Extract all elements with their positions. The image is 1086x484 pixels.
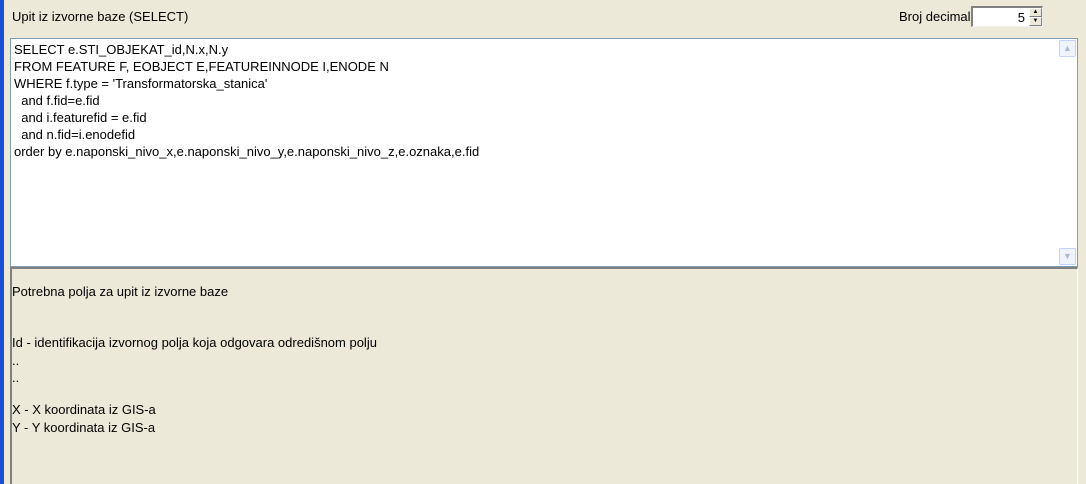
- vertical-scrollbar[interactable]: ▲ ▼: [1059, 40, 1076, 265]
- query-section-label: Upit iz izvorne baze (SELECT): [12, 9, 189, 24]
- help-line-y: Y - Y koordinata iz GIS-a: [12, 420, 156, 435]
- help-line-x: X - X koordinata iz GIS-a: [12, 402, 156, 417]
- scroll-down-arrow-icon[interactable]: ▼: [1059, 248, 1076, 265]
- decimals-spinner[interactable]: 5 ▲ ▼: [971, 6, 1043, 27]
- scroll-up-arrow-icon[interactable]: ▲: [1059, 40, 1076, 57]
- sql-query-textarea[interactable]: SELECT e.STI_OBJEKAT_id,N.x,N.y FROM FEA…: [10, 38, 1078, 267]
- help-line-dots: ..: [12, 353, 20, 368]
- help-line-id: Id - identifikacija izvornog polja koja …: [12, 335, 377, 350]
- sql-query-text[interactable]: SELECT e.STI_OBJEKAT_id,N.x,N.y FROM FEA…: [14, 41, 1057, 160]
- help-line-dots: ..: [12, 370, 20, 385]
- sql-line: WHERE f.type = 'Transformatorska_stanica…: [14, 76, 268, 91]
- sql-line: FROM FEATURE F, EOBJECT E,FEATUREINNODE …: [14, 59, 389, 74]
- help-panel: Potrebna polja za upit iz izvorne baze I…: [10, 267, 1078, 484]
- help-title: Potrebna polja za upit iz izvorne baze: [12, 284, 229, 299]
- sql-line: and i.featurefid = e.fid: [14, 110, 147, 125]
- decimals-label: Broj decimala: [899, 9, 978, 24]
- decimals-value[interactable]: 5: [1018, 10, 1025, 25]
- spinner-buttons: ▲ ▼: [1029, 8, 1042, 26]
- left-accent-bar: [0, 0, 4, 484]
- sql-line: and f.fid=e.fid: [14, 93, 100, 108]
- sql-line: order by e.naponski_nivo_x,e.naponski_ni…: [14, 144, 480, 159]
- sql-line: and n.fid=i.enodefid: [14, 127, 136, 142]
- sql-line: SELECT e.STI_OBJEKAT_id,N.x,N.y: [14, 42, 229, 57]
- spin-down-arrow-icon[interactable]: ▼: [1029, 17, 1042, 26]
- spin-up-arrow-icon[interactable]: ▲: [1029, 8, 1042, 17]
